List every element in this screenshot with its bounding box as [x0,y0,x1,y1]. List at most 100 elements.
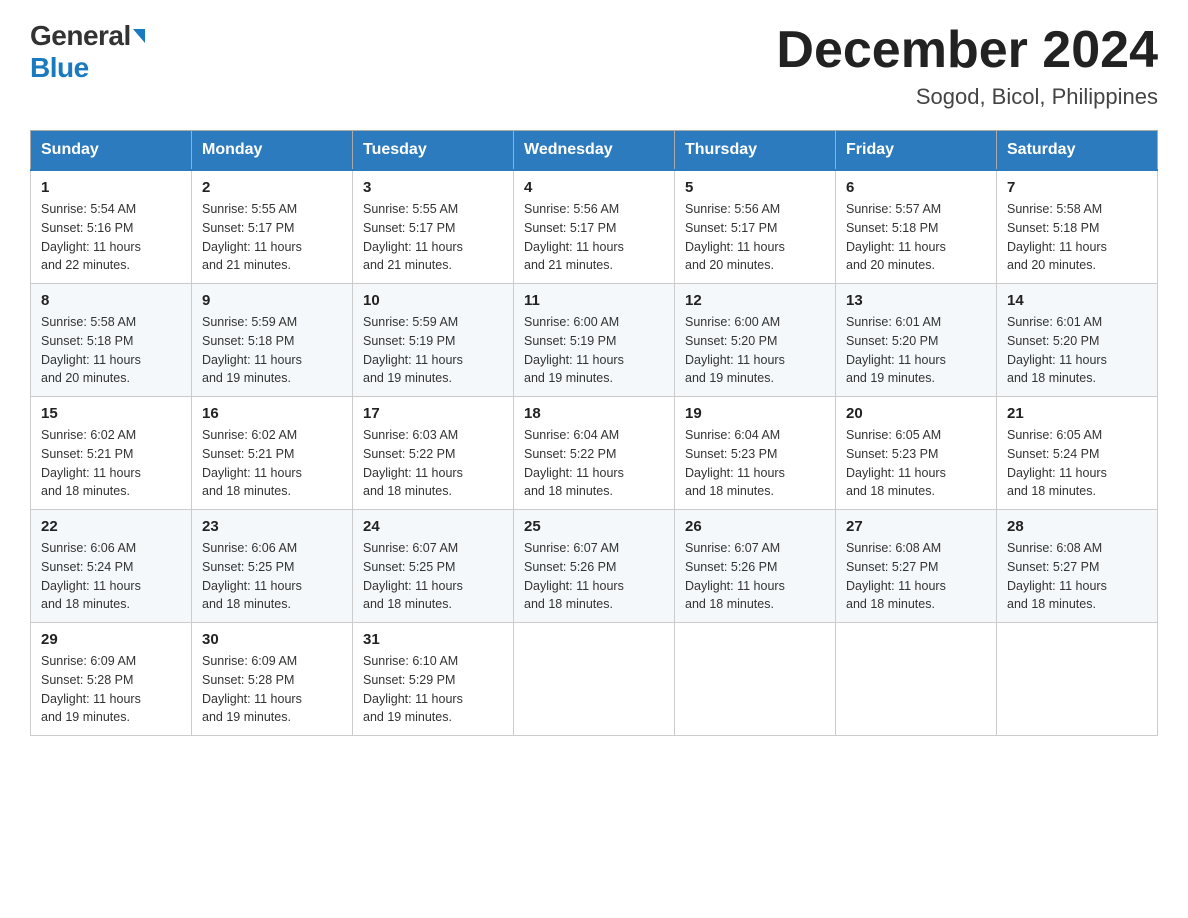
calendar-cell: 14 Sunrise: 6:01 AMSunset: 5:20 PMDayligh… [997,284,1158,397]
calendar-cell: 2 Sunrise: 5:55 AMSunset: 5:17 PMDaylight… [192,170,353,284]
day-info: Sunrise: 6:07 AMSunset: 5:26 PMDaylight:… [524,539,664,614]
day-info: Sunrise: 5:55 AMSunset: 5:17 PMDaylight:… [202,200,342,275]
calendar-cell: 29 Sunrise: 6:09 AMSunset: 5:28 PMDayligh… [31,623,192,736]
calendar-cell [836,623,997,736]
header-wednesday: Wednesday [514,131,675,171]
calendar-table: SundayMondayTuesdayWednesdayThursdayFrid… [30,130,1158,736]
day-number: 2 [202,179,342,196]
day-number: 3 [363,179,503,196]
calendar-cell: 18 Sunrise: 6:04 AMSunset: 5:22 PMDayligh… [514,397,675,510]
day-info: Sunrise: 6:02 AMSunset: 5:21 PMDaylight:… [41,426,181,501]
day-number: 29 [41,631,181,648]
day-info: Sunrise: 5:58 AMSunset: 5:18 PMDaylight:… [41,313,181,388]
day-number: 15 [41,405,181,422]
calendar-cell: 12 Sunrise: 6:00 AMSunset: 5:20 PMDayligh… [675,284,836,397]
day-info: Sunrise: 6:01 AMSunset: 5:20 PMDaylight:… [846,313,986,388]
header-thursday: Thursday [675,131,836,171]
calendar-cell: 13 Sunrise: 6:01 AMSunset: 5:20 PMDayligh… [836,284,997,397]
day-number: 4 [524,179,664,196]
day-info: Sunrise: 6:02 AMSunset: 5:21 PMDaylight:… [202,426,342,501]
day-info: Sunrise: 6:06 AMSunset: 5:25 PMDaylight:… [202,539,342,614]
calendar-cell: 15 Sunrise: 6:02 AMSunset: 5:21 PMDayligh… [31,397,192,510]
day-info: Sunrise: 6:00 AMSunset: 5:20 PMDaylight:… [685,313,825,388]
day-number: 27 [846,518,986,535]
day-number: 7 [1007,179,1147,196]
week-row-1: 1Sunrise: 5:54 AMSunset: 5:16 PMDaylight… [31,170,1158,284]
calendar-cell: 28 Sunrise: 6:08 AMSunset: 5:27 PMDayligh… [997,510,1158,623]
calendar-cell: 27 Sunrise: 6:08 AMSunset: 5:27 PMDayligh… [836,510,997,623]
day-number: 24 [363,518,503,535]
day-info: Sunrise: 6:04 AMSunset: 5:23 PMDaylight:… [685,426,825,501]
week-row-5: 29 Sunrise: 6:09 AMSunset: 5:28 PMDayligh… [31,623,1158,736]
day-number: 18 [524,405,664,422]
day-info: Sunrise: 6:08 AMSunset: 5:27 PMDaylight:… [1007,539,1147,614]
day-number: 31 [363,631,503,648]
day-number: 1 [41,179,181,196]
calendar-cell: 9 Sunrise: 5:59 AMSunset: 5:18 PMDaylight… [192,284,353,397]
page-header: General Blue December 2024 Sogod, Bicol,… [30,20,1158,110]
day-info: Sunrise: 6:05 AMSunset: 5:24 PMDaylight:… [1007,426,1147,501]
day-info: Sunrise: 6:05 AMSunset: 5:23 PMDaylight:… [846,426,986,501]
day-number: 16 [202,405,342,422]
day-info: Sunrise: 6:01 AMSunset: 5:20 PMDaylight:… [1007,313,1147,388]
calendar-cell: 5Sunrise: 5:56 AMSunset: 5:17 PMDaylight… [675,170,836,284]
calendar-cell: 24Sunrise: 6:07 AMSunset: 5:25 PMDayligh… [353,510,514,623]
calendar-cell: 8 Sunrise: 5:58 AMSunset: 5:18 PMDaylight… [31,284,192,397]
day-number: 25 [524,518,664,535]
day-info: Sunrise: 6:09 AMSunset: 5:28 PMDaylight:… [202,652,342,727]
calendar-cell: 19Sunrise: 6:04 AMSunset: 5:23 PMDayligh… [675,397,836,510]
calendar-cell [675,623,836,736]
logo-arrow-icon [133,29,145,43]
calendar-cell: 31 Sunrise: 6:10 AMSunset: 5:29 PMDayligh… [353,623,514,736]
day-info: Sunrise: 5:58 AMSunset: 5:18 PMDaylight:… [1007,200,1147,275]
day-number: 11 [524,292,664,309]
day-info: Sunrise: 6:06 AMSunset: 5:24 PMDaylight:… [41,539,181,614]
day-info: Sunrise: 5:55 AMSunset: 5:17 PMDaylight:… [363,200,503,275]
day-number: 17 [363,405,503,422]
day-info: Sunrise: 5:59 AMSunset: 5:19 PMDaylight:… [363,313,503,388]
day-number: 13 [846,292,986,309]
calendar-cell: 20 Sunrise: 6:05 AMSunset: 5:23 PMDayligh… [836,397,997,510]
day-number: 12 [685,292,825,309]
day-info: Sunrise: 6:04 AMSunset: 5:22 PMDaylight:… [524,426,664,501]
day-number: 10 [363,292,503,309]
calendar-cell: 16 Sunrise: 6:02 AMSunset: 5:21 PMDayligh… [192,397,353,510]
calendar-cell: 30 Sunrise: 6:09 AMSunset: 5:28 PMDayligh… [192,623,353,736]
day-info: Sunrise: 6:03 AMSunset: 5:22 PMDaylight:… [363,426,503,501]
day-number: 30 [202,631,342,648]
calendar-cell: 10 Sunrise: 5:59 AMSunset: 5:19 PMDayligh… [353,284,514,397]
day-info: Sunrise: 6:10 AMSunset: 5:29 PMDaylight:… [363,652,503,727]
day-info: Sunrise: 6:09 AMSunset: 5:28 PMDaylight:… [41,652,181,727]
calendar-cell: 4 Sunrise: 5:56 AMSunset: 5:17 PMDaylight… [514,170,675,284]
month-year-title: December 2024 [776,20,1158,80]
week-row-4: 22 Sunrise: 6:06 AMSunset: 5:24 PMDayligh… [31,510,1158,623]
day-info: Sunrise: 5:56 AMSunset: 5:17 PMDaylight:… [685,200,825,275]
day-info: Sunrise: 5:57 AMSunset: 5:18 PMDaylight:… [846,200,986,275]
calendar-cell: 25 Sunrise: 6:07 AMSunset: 5:26 PMDayligh… [514,510,675,623]
calendar-cell: 7 Sunrise: 5:58 AMSunset: 5:18 PMDaylight… [997,170,1158,284]
day-number: 20 [846,405,986,422]
day-info: Sunrise: 5:56 AMSunset: 5:17 PMDaylight:… [524,200,664,275]
day-number: 22 [41,518,181,535]
header-tuesday: Tuesday [353,131,514,171]
day-number: 26 [685,518,825,535]
calendar-cell: 11Sunrise: 6:00 AMSunset: 5:19 PMDayligh… [514,284,675,397]
day-number: 21 [1007,405,1147,422]
header-saturday: Saturday [997,131,1158,171]
day-number: 9 [202,292,342,309]
day-number: 8 [41,292,181,309]
day-number: 6 [846,179,986,196]
day-number: 14 [1007,292,1147,309]
calendar-cell: 23 Sunrise: 6:06 AMSunset: 5:25 PMDayligh… [192,510,353,623]
week-row-3: 15 Sunrise: 6:02 AMSunset: 5:21 PMDayligh… [31,397,1158,510]
calendar-cell: 22 Sunrise: 6:06 AMSunset: 5:24 PMDayligh… [31,510,192,623]
day-info: Sunrise: 6:08 AMSunset: 5:27 PMDaylight:… [846,539,986,614]
logo: General Blue [30,20,145,84]
calendar-cell [997,623,1158,736]
day-info: Sunrise: 5:59 AMSunset: 5:18 PMDaylight:… [202,313,342,388]
calendar-cell: 26 Sunrise: 6:07 AMSunset: 5:26 PMDayligh… [675,510,836,623]
day-info: Sunrise: 6:07 AMSunset: 5:26 PMDaylight:… [685,539,825,614]
day-number: 28 [1007,518,1147,535]
day-number: 23 [202,518,342,535]
logo-general-text: General [30,20,131,52]
